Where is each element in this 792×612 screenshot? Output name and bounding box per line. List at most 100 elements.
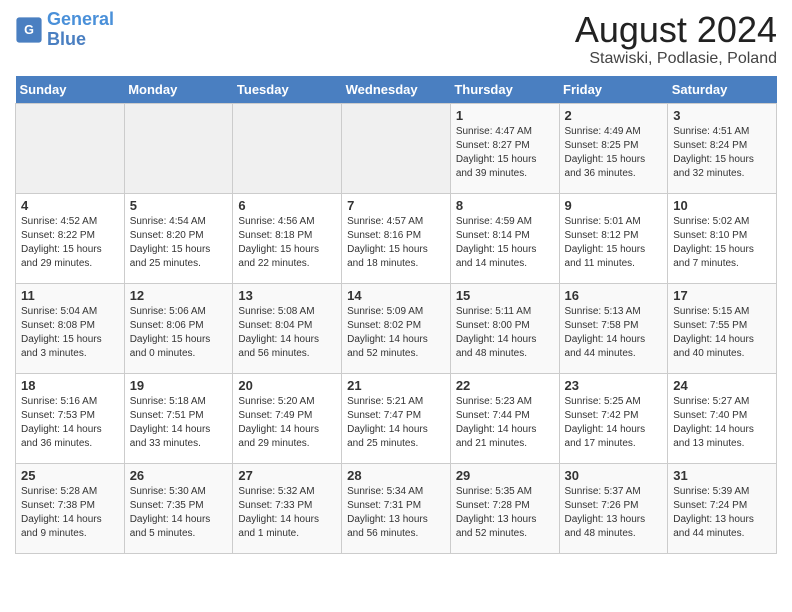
day-number: 30 — [565, 468, 663, 483]
calendar-cell: 1 Sunrise: 4:47 AM Sunset: 8:27 PM Daylig… — [450, 103, 559, 193]
day-number: 9 — [565, 198, 663, 213]
svg-text:G: G — [24, 23, 34, 37]
weekday-header-friday: Friday — [559, 76, 668, 104]
day-number: 11 — [21, 288, 119, 303]
calendar-week-5: 25 Sunrise: 5:28 AM Sunset: 7:38 PM Dayli… — [16, 463, 777, 553]
calendar-week-3: 11 Sunrise: 5:04 AM Sunset: 8:08 PM Dayli… — [16, 283, 777, 373]
day-number: 17 — [673, 288, 771, 303]
day-info: Sunrise: 5:30 AM Sunset: 7:35 PM Dayligh… — [130, 485, 228, 541]
day-info: Sunrise: 5:23 AM Sunset: 7:44 PM Dayligh… — [456, 395, 554, 451]
day-info: Sunrise: 5:35 AM Sunset: 7:28 PM Dayligh… — [456, 485, 554, 541]
calendar-cell: 8 Sunrise: 4:59 AM Sunset: 8:14 PM Daylig… — [450, 193, 559, 283]
calendar-cell: 19 Sunrise: 5:18 AM Sunset: 7:51 PM Dayli… — [124, 373, 233, 463]
day-number: 12 — [130, 288, 228, 303]
day-info: Sunrise: 5:13 AM Sunset: 7:58 PM Dayligh… — [565, 305, 663, 361]
calendar-cell: 29 Sunrise: 5:35 AM Sunset: 7:28 PM Dayli… — [450, 463, 559, 553]
day-number: 16 — [565, 288, 663, 303]
weekday-header-thursday: Thursday — [450, 76, 559, 104]
day-number: 1 — [456, 108, 554, 123]
day-number: 26 — [130, 468, 228, 483]
day-info: Sunrise: 4:56 AM Sunset: 8:18 PM Dayligh… — [238, 215, 336, 271]
day-number: 31 — [673, 468, 771, 483]
day-info: Sunrise: 5:34 AM Sunset: 7:31 PM Dayligh… — [347, 485, 445, 541]
day-info: Sunrise: 5:02 AM Sunset: 8:10 PM Dayligh… — [673, 215, 771, 271]
day-info: Sunrise: 5:04 AM Sunset: 8:08 PM Dayligh… — [21, 305, 119, 361]
day-number: 21 — [347, 378, 445, 393]
day-info: Sunrise: 5:27 AM Sunset: 7:40 PM Dayligh… — [673, 395, 771, 451]
day-info: Sunrise: 4:52 AM Sunset: 8:22 PM Dayligh… — [21, 215, 119, 271]
day-info: Sunrise: 4:54 AM Sunset: 8:20 PM Dayligh… — [130, 215, 228, 271]
logo-text: General Blue — [47, 10, 114, 50]
day-number: 23 — [565, 378, 663, 393]
calendar-cell: 13 Sunrise: 5:08 AM Sunset: 8:04 PM Dayli… — [233, 283, 342, 373]
subtitle: Stawiski, Podlasie, Poland — [575, 50, 777, 68]
calendar-cell: 30 Sunrise: 5:37 AM Sunset: 7:26 PM Dayli… — [559, 463, 668, 553]
day-info: Sunrise: 5:08 AM Sunset: 8:04 PM Dayligh… — [238, 305, 336, 361]
calendar-cell: 25 Sunrise: 5:28 AM Sunset: 7:38 PM Dayli… — [16, 463, 125, 553]
day-number: 5 — [130, 198, 228, 213]
calendar-cell: 4Sunrise: 4:52 AM Sunset: 8:22 PM Daylig… — [16, 193, 125, 283]
day-info: Sunrise: 4:47 AM Sunset: 8:27 PM Dayligh… — [456, 125, 554, 181]
day-info: Sunrise: 5:37 AM Sunset: 7:26 PM Dayligh… — [565, 485, 663, 541]
day-info: Sunrise: 5:09 AM Sunset: 8:02 PM Dayligh… — [347, 305, 445, 361]
day-number: 19 — [130, 378, 228, 393]
day-number: 14 — [347, 288, 445, 303]
day-number: 22 — [456, 378, 554, 393]
calendar-cell: 21Sunrise: 5:21 AM Sunset: 7:47 PM Dayli… — [342, 373, 451, 463]
day-number: 27 — [238, 468, 336, 483]
day-info: Sunrise: 5:20 AM Sunset: 7:49 PM Dayligh… — [238, 395, 336, 451]
calendar-cell: 5 Sunrise: 4:54 AM Sunset: 8:20 PM Daylig… — [124, 193, 233, 283]
day-info: Sunrise: 5:11 AM Sunset: 8:00 PM Dayligh… — [456, 305, 554, 361]
day-number: 3 — [673, 108, 771, 123]
calendar-cell: 28 Sunrise: 5:34 AM Sunset: 7:31 PM Dayli… — [342, 463, 451, 553]
calendar-cell: 12Sunrise: 5:06 AM Sunset: 8:06 PM Dayli… — [124, 283, 233, 373]
day-number: 13 — [238, 288, 336, 303]
day-number: 24 — [673, 378, 771, 393]
calendar-week-4: 18Sunrise: 5:16 AM Sunset: 7:53 PM Dayli… — [16, 373, 777, 463]
calendar-cell: 17 Sunrise: 5:15 AM Sunset: 7:55 PM Dayli… — [668, 283, 777, 373]
calendar-week-2: 4Sunrise: 4:52 AM Sunset: 8:22 PM Daylig… — [16, 193, 777, 283]
calendar-cell: 6 Sunrise: 4:56 AM Sunset: 8:18 PM Daylig… — [233, 193, 342, 283]
calendar-cell: 2 Sunrise: 4:49 AM Sunset: 8:25 PM Daylig… — [559, 103, 668, 193]
day-info: Sunrise: 5:32 AM Sunset: 7:33 PM Dayligh… — [238, 485, 336, 541]
calendar-cell: 16 Sunrise: 5:13 AM Sunset: 7:58 PM Dayli… — [559, 283, 668, 373]
calendar-cell: 18Sunrise: 5:16 AM Sunset: 7:53 PM Dayli… — [16, 373, 125, 463]
day-number: 28 — [347, 468, 445, 483]
calendar-cell: 9 Sunrise: 5:01 AM Sunset: 8:12 PM Daylig… — [559, 193, 668, 283]
calendar-cell: 23Sunrise: 5:25 AM Sunset: 7:42 PM Dayli… — [559, 373, 668, 463]
day-info: Sunrise: 5:01 AM Sunset: 8:12 PM Dayligh… — [565, 215, 663, 271]
day-number: 29 — [456, 468, 554, 483]
day-number: 7 — [347, 198, 445, 213]
calendar-cell: 20Sunrise: 5:20 AM Sunset: 7:49 PM Dayli… — [233, 373, 342, 463]
day-info: Sunrise: 5:18 AM Sunset: 7:51 PM Dayligh… — [130, 395, 228, 451]
logo: G General Blue — [15, 10, 114, 50]
page-header: G General Blue August 2024 Stawiski, Pod… — [15, 10, 777, 68]
day-info: Sunrise: 5:39 AM Sunset: 7:24 PM Dayligh… — [673, 485, 771, 541]
weekday-header-wednesday: Wednesday — [342, 76, 451, 104]
day-info: Sunrise: 5:28 AM Sunset: 7:38 PM Dayligh… — [21, 485, 119, 541]
day-number: 6 — [238, 198, 336, 213]
day-number: 10 — [673, 198, 771, 213]
day-info: Sunrise: 4:51 AM Sunset: 8:24 PM Dayligh… — [673, 125, 771, 181]
calendar-cell: 24 Sunrise: 5:27 AM Sunset: 7:40 PM Dayli… — [668, 373, 777, 463]
day-info: Sunrise: 4:59 AM Sunset: 8:14 PM Dayligh… — [456, 215, 554, 271]
calendar-cell: 31 Sunrise: 5:39 AM Sunset: 7:24 PM Dayli… — [668, 463, 777, 553]
day-info: Sunrise: 4:49 AM Sunset: 8:25 PM Dayligh… — [565, 125, 663, 181]
day-number: 15 — [456, 288, 554, 303]
day-number: 2 — [565, 108, 663, 123]
day-number: 8 — [456, 198, 554, 213]
main-title: August 2024 — [575, 10, 777, 50]
calendar-cell: 22 Sunrise: 5:23 AM Sunset: 7:44 PM Dayli… — [450, 373, 559, 463]
calendar-cell: 3 Sunrise: 4:51 AM Sunset: 8:24 PM Daylig… — [668, 103, 777, 193]
logo-icon: G — [15, 16, 43, 44]
calendar-cell: 11 Sunrise: 5:04 AM Sunset: 8:08 PM Dayli… — [16, 283, 125, 373]
calendar-cell — [342, 103, 451, 193]
title-block: August 2024 Stawiski, Podlasie, Poland — [575, 10, 777, 68]
calendar-cell: 15 Sunrise: 5:11 AM Sunset: 8:00 PM Dayli… — [450, 283, 559, 373]
day-info: Sunrise: 5:15 AM Sunset: 7:55 PM Dayligh… — [673, 305, 771, 361]
calendar-cell: 26 Sunrise: 5:30 AM Sunset: 7:35 PM Dayli… — [124, 463, 233, 553]
day-info: Sunrise: 5:16 AM Sunset: 7:53 PM Dayligh… — [21, 395, 119, 451]
calendar-cell — [233, 103, 342, 193]
day-number: 25 — [21, 468, 119, 483]
calendar-cell — [16, 103, 125, 193]
